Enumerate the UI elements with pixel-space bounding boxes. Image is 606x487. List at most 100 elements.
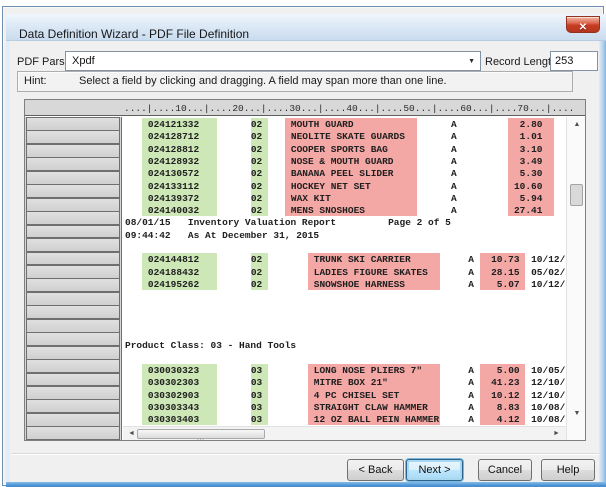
gutter-row-cell	[26, 359, 120, 373]
back-button[interactable]: < Back	[347, 459, 404, 481]
report-text: 28.15	[491, 267, 520, 278]
gutter-row-cell	[26, 373, 120, 387]
gutter-row-cell	[26, 332, 120, 346]
report-text: MOUTH GUARD	[291, 119, 354, 130]
report-text: 030302303	[148, 377, 199, 388]
report-text: 4 PC CHISEL SET	[314, 390, 400, 401]
report-text: 024195262	[148, 279, 199, 290]
report-text: STRAIGHT CLAW HAMMER	[314, 402, 428, 413]
report-text: 02	[251, 168, 262, 179]
scroll-right-icon[interactable]: ►	[553, 430, 560, 437]
report-text: A	[468, 414, 474, 425]
dialog-window: Data Definition Wizard - PDF File Defini…	[2, 6, 604, 486]
report-text-area[interactable]: 02412133202MOUTH GUARDA2.8002412871202NE…	[123, 117, 566, 441]
report-preview-panel: ....|....10...|....20...|....30...|....4…	[24, 99, 586, 441]
report-text: 030302903	[148, 390, 199, 401]
report-text: 024144812	[148, 254, 199, 265]
gutter-row-cell	[26, 198, 120, 212]
report-text: 10/05/2	[531, 365, 566, 376]
report-text: NOSE & MOUTH GUARD	[291, 156, 394, 167]
report-text: 02	[251, 119, 262, 130]
report-text: A	[451, 181, 457, 192]
gutter-row-cell	[26, 117, 120, 131]
scroll-up-icon[interactable]: ▲	[567, 121, 586, 128]
gutter-row-cell	[26, 292, 120, 306]
report-text: 024188432	[148, 267, 199, 278]
report-text: LONG NOSE PLIERS 7"	[314, 365, 422, 376]
report-text: A	[468, 390, 474, 401]
vertical-scrollbar[interactable]: ▲ ▼	[566, 117, 586, 441]
report-text: 02	[251, 181, 262, 192]
report-text: A	[451, 131, 457, 142]
window-frame-right	[599, 41, 606, 482]
report-text: 10.73	[491, 254, 520, 265]
gutter-row-cell	[26, 305, 120, 319]
report-text: 024128712	[148, 131, 199, 142]
ruler-scale: ....|....10...|....20...|....30...|....4…	[124, 103, 574, 114]
report-text: 024128932	[148, 156, 199, 167]
vertical-scroll-thumb[interactable]	[570, 184, 583, 206]
report-text: COOPER SPORTS BAG	[291, 144, 388, 155]
gutter-row-cell	[26, 399, 120, 413]
report-text: 12 OZ BALL PEIN HAMMER	[314, 414, 439, 425]
report-text: A	[468, 377, 474, 388]
report-text: 8.83	[497, 402, 520, 413]
column-ruler: ....|....10...|....20...|....30...|....4…	[25, 100, 585, 116]
pdf-parser-select[interactable]: Xpdf ▼	[65, 51, 481, 71]
next-button[interactable]: Next >	[406, 459, 463, 481]
report-text: 10/08/2	[531, 414, 566, 425]
record-length-input[interactable]	[550, 51, 598, 71]
cancel-button[interactable]: Cancel	[478, 459, 532, 481]
report-text: A	[468, 365, 474, 376]
report-text: 12/10/2	[531, 377, 566, 388]
report-text: NEOLITE SKATE GUARDS	[291, 131, 405, 142]
horizontal-scrollbar[interactable]: ◄ ||| ►	[123, 426, 566, 441]
report-text: 02	[251, 267, 262, 278]
screen: Data Definition Wizard - PDF File Defini…	[0, 0, 606, 487]
gutter-row-cell	[26, 265, 120, 279]
report-text: 27.41	[514, 205, 543, 216]
hint-text: Select a field by clicking and dragging.…	[79, 75, 447, 87]
close-button[interactable]: ✕	[566, 16, 600, 33]
chevron-down-icon: ▼	[468, 58, 475, 65]
gutter-row-cell	[26, 144, 120, 158]
help-button[interactable]: Help	[541, 459, 595, 481]
report-text: MENS SNOSHOES	[291, 205, 365, 216]
report-text: 1.01	[520, 131, 543, 142]
gutter-row-cell	[26, 184, 120, 198]
report-text: TRUNK SKI CARRIER	[314, 254, 411, 265]
report-text: 10.12	[491, 390, 520, 401]
report-text: A	[468, 254, 474, 265]
scroll-left-icon[interactable]: ◄	[128, 430, 135, 437]
report-text: 024133112	[148, 181, 199, 192]
report-text: A	[468, 402, 474, 413]
gutter-row-cell	[26, 171, 120, 185]
report-text: A	[451, 205, 457, 216]
button-separator	[11, 453, 599, 455]
report-text: LADIES FIGURE SKATES	[314, 267, 428, 278]
horizontal-scroll-thumb[interactable]: |||	[137, 429, 265, 439]
pdf-parser-value: Xpdf	[72, 55, 95, 67]
title-bar[interactable]: Data Definition Wizard - PDF File Defini…	[6, 14, 606, 41]
row-gutter	[25, 117, 122, 441]
hint-label: Hint:	[24, 75, 47, 87]
window-title: Data Definition Wizard - PDF File Defini…	[19, 27, 249, 41]
report-text: 024130572	[148, 168, 199, 179]
report-text: 030030323	[148, 365, 199, 376]
window-frame-left	[6, 41, 10, 482]
report-text: 10/08/2	[531, 402, 566, 413]
gutter-row-cell	[26, 278, 120, 292]
hint-box: Hint: Select a field by clicking and dra…	[17, 71, 573, 92]
gutter-row-cell	[26, 413, 120, 427]
report-text: 02	[251, 205, 262, 216]
report-text: 02	[251, 279, 262, 290]
report-text: MITRE BOX 21"	[314, 377, 388, 388]
report-text: A	[451, 144, 457, 155]
scroll-down-icon[interactable]: ▼	[567, 410, 586, 417]
report-text: 3.10	[520, 144, 543, 155]
report-text: BANANA PEEL SLIDER	[291, 168, 394, 179]
report-text: Product Class: 03 - Hand Tools	[125, 340, 296, 351]
report-text: A	[468, 279, 474, 290]
report-text: 02	[251, 131, 262, 142]
report-text: 3.49	[520, 156, 543, 167]
